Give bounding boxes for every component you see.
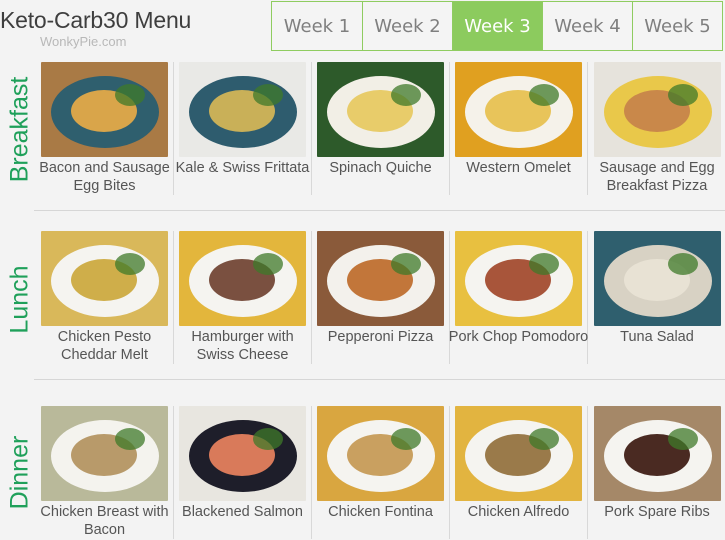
section-label-text: Breakfast — [5, 76, 34, 183]
meal-name[interactable]: Kale & Swiss Frittata — [173, 159, 313, 177]
meal-card[interactable]: Chicken Fontina — [312, 406, 450, 539]
garnish-shape — [253, 428, 283, 450]
meal-photo[interactable] — [455, 231, 582, 326]
lunch-row: Chicken Pesto Cheddar Melt Hamburger with… — [36, 231, 725, 364]
meal-name[interactable]: Blackened Salmon — [173, 503, 313, 521]
meal-name[interactable]: Sausage and Egg Breakfast Pizza — [587, 159, 725, 195]
meal-name[interactable]: Spinach Quiche — [311, 159, 451, 177]
meal-photo[interactable] — [179, 406, 306, 501]
meal-card[interactable]: Western Omelet — [450, 62, 588, 195]
garnish-shape — [529, 253, 559, 275]
section-divider — [34, 379, 725, 380]
meal-card[interactable]: Pork Chop Pomodoro — [449, 231, 589, 364]
section-label-text: Lunch — [5, 265, 34, 334]
meal-photo[interactable] — [593, 406, 721, 501]
meal-name[interactable]: Pepperoni Pizza — [311, 328, 451, 346]
breakfast-row: Bacon and Sausage Egg Bites Kale & Swiss … — [36, 62, 725, 195]
meal-name[interactable]: Chicken Fontina — [311, 503, 451, 521]
page-title: Keto-Carb30 Menu — [0, 7, 192, 33]
garnish-shape — [667, 253, 698, 275]
meal-name[interactable]: Pork Chop Pomodoro — [449, 328, 589, 346]
garnish-shape — [115, 84, 145, 106]
meal-photo[interactable] — [593, 231, 721, 326]
meal-photo[interactable] — [179, 62, 306, 157]
garnish-shape — [391, 84, 421, 106]
site-name: WonkyPie.com — [40, 34, 127, 49]
section-divider — [34, 210, 725, 211]
meal-name[interactable]: Tuna Salad — [587, 328, 725, 346]
tab-week-4[interactable]: Week 4 — [542, 2, 632, 50]
meal-card[interactable]: Pepperoni Pizza — [312, 231, 450, 364]
meal-photo[interactable] — [41, 62, 168, 157]
meal-name[interactable]: Chicken Breast with Bacon — [35, 503, 175, 539]
section-label-text: Dinner — [5, 435, 34, 510]
meal-name[interactable]: Hamburger with Swiss Cheese — [173, 328, 313, 364]
garnish-shape — [253, 253, 283, 275]
garnish-shape — [667, 428, 698, 450]
meal-card[interactable]: Pork Spare Ribs — [588, 406, 725, 539]
meal-name[interactable]: Chicken Pesto Cheddar Melt — [35, 328, 175, 364]
meal-card[interactable]: Chicken Alfredo — [450, 406, 588, 539]
meal-name[interactable]: Western Omelet — [449, 159, 589, 177]
dinner-row: Chicken Breast with Bacon Blackened Salmo… — [36, 406, 725, 539]
meal-card[interactable]: Sausage and Egg Breakfast Pizza — [588, 62, 725, 195]
tab-week-2[interactable]: Week 2 — [362, 2, 452, 50]
week-tabs: Week 1 Week 2 Week 3 Week 4 Week 5 — [271, 1, 723, 51]
meal-card[interactable]: Spinach Quiche — [312, 62, 450, 195]
tab-week-3[interactable]: Week 3 — [452, 2, 542, 50]
meal-card[interactable]: Chicken Pesto Cheddar Melt — [36, 231, 174, 364]
meal-name[interactable]: Pork Spare Ribs — [587, 503, 725, 521]
meal-card[interactable]: Blackened Salmon — [174, 406, 312, 539]
meal-card[interactable]: Tuna Salad — [588, 231, 725, 364]
meal-photo[interactable] — [317, 231, 444, 326]
garnish-shape — [115, 428, 145, 450]
meal-photo[interactable] — [41, 231, 168, 326]
garnish-shape — [253, 84, 283, 106]
meal-card[interactable]: Bacon and Sausage Egg Bites — [36, 62, 174, 195]
garnish-shape — [529, 84, 559, 106]
meal-name[interactable]: Bacon and Sausage Egg Bites — [35, 159, 175, 195]
meal-photo[interactable] — [41, 406, 168, 501]
garnish-shape — [391, 428, 421, 450]
meal-photo[interactable] — [455, 62, 582, 157]
garnish-shape — [667, 84, 698, 106]
meal-card[interactable]: Chicken Breast with Bacon — [36, 406, 174, 539]
meal-name[interactable]: Chicken Alfredo — [449, 503, 589, 521]
garnish-shape — [529, 428, 559, 450]
garnish-shape — [391, 253, 421, 275]
tab-week-1[interactable]: Week 1 — [272, 2, 362, 50]
meal-photo[interactable] — [179, 231, 306, 326]
meal-photo[interactable] — [593, 62, 721, 157]
meal-card[interactable]: Kale & Swiss Frittata — [174, 62, 312, 195]
meal-card[interactable]: Hamburger with Swiss Cheese — [174, 231, 312, 364]
meal-photo[interactable] — [317, 62, 444, 157]
garnish-shape — [115, 253, 145, 275]
tab-week-5[interactable]: Week 5 — [632, 2, 722, 50]
meal-photo[interactable] — [317, 406, 444, 501]
meal-photo[interactable] — [455, 406, 582, 501]
